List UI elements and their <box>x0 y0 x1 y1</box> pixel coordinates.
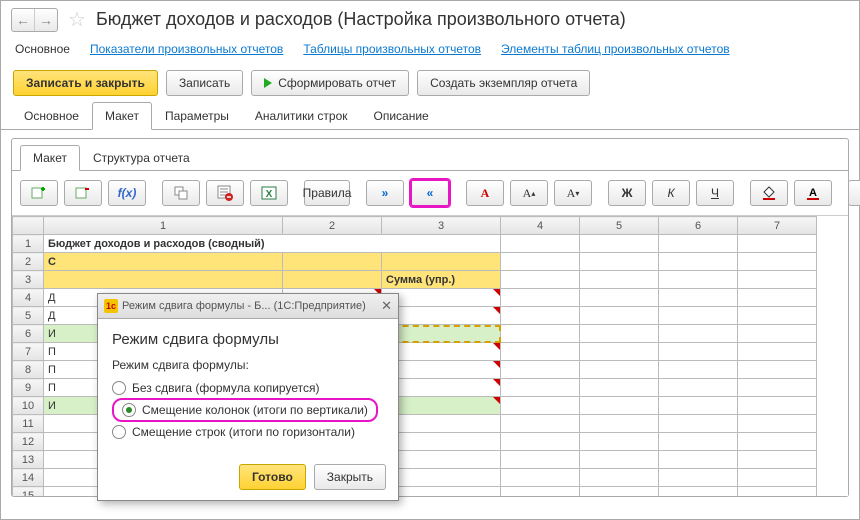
add-cell-icon[interactable] <box>20 180 58 206</box>
play-icon <box>264 78 272 88</box>
forward-icon[interactable]: → <box>34 9 57 31</box>
dialog-heading: Режим сдвига формулы <box>112 331 384 348</box>
svg-text:A: A <box>809 187 817 199</box>
main-tabs: Основное Макет Параметры Аналитики строк… <box>1 102 859 130</box>
command-bar: Записать и закрыть Записать Сформировать… <box>1 64 859 102</box>
radio-no-shift[interactable]: Без сдвига (формула копируется) <box>112 378 384 398</box>
cancel-button[interactable]: Закрыть <box>314 464 386 490</box>
layout-subtabs: Макет Структура отчета <box>12 139 848 171</box>
eraser-icon[interactable] <box>848 180 860 206</box>
link-indicators[interactable]: Показатели произвольных отчетов <box>90 42 283 56</box>
copy-cell-icon[interactable] <box>162 180 200 206</box>
rules-button[interactable]: Правила <box>304 180 350 206</box>
selected-cell[interactable] <box>382 325 501 343</box>
subtab-structure[interactable]: Структура отчета <box>80 145 203 171</box>
dialog-label: Режим сдвига формулы: <box>112 358 384 372</box>
back-icon[interactable]: ← <box>12 9 34 31</box>
radio-column-shift[interactable]: Смещение колонок (итоги по вертикали) <box>112 398 378 422</box>
sheet-remove-icon[interactable] <box>206 180 244 206</box>
radio-row-shift[interactable]: Смещение строк (итоги по горизонтали) <box>112 422 384 442</box>
close-icon[interactable]: ✕ <box>381 298 392 314</box>
app-icon: 1c <box>104 299 118 313</box>
link-tables[interactable]: Таблицы произвольных отчетов <box>303 42 481 56</box>
tab-description[interactable]: Описание <box>361 102 442 130</box>
ok-button[interactable]: Готово <box>239 464 306 490</box>
tab-main[interactable]: Основное <box>11 102 92 130</box>
save-button[interactable]: Записать <box>166 70 243 96</box>
dialog-window-title: Режим сдвига формулы - Б... (1С:Предприя… <box>122 300 366 312</box>
tab-params[interactable]: Параметры <box>152 102 242 130</box>
shift-left-icon[interactable]: « <box>410 179 450 207</box>
shift-right-icon[interactable]: » <box>366 180 404 206</box>
link-main[interactable]: Основное <box>15 42 70 56</box>
delete-cell-icon[interactable] <box>64 180 102 206</box>
create-instance-button[interactable]: Создать экземпляр отчета <box>417 70 590 96</box>
section-links: Основное Показатели произвольных отчетов… <box>1 38 859 64</box>
font-increase-icon[interactable]: A▴ <box>510 180 548 206</box>
italic-button[interactable]: К <box>652 180 690 206</box>
save-and-close-button[interactable]: Записать и закрыть <box>13 70 158 96</box>
font-decrease-icon[interactable]: A▾ <box>554 180 592 206</box>
fx-icon[interactable]: f(x) <box>108 180 146 206</box>
formula-shift-dialog: 1c Режим сдвига формулы - Б... (1С:Предп… <box>97 293 399 501</box>
svg-text:X: X <box>266 189 273 200</box>
link-table-elements[interactable]: Элементы таблиц произвольных отчетов <box>501 42 730 56</box>
tab-layout[interactable]: Макет <box>92 102 152 130</box>
bold-button[interactable]: Ж <box>608 180 646 206</box>
tab-row-analytics[interactable]: Аналитики строк <box>242 102 361 130</box>
subtab-layout[interactable]: Макет <box>20 145 80 171</box>
text-color-icon[interactable]: A <box>794 180 832 206</box>
generate-report-button[interactable]: Сформировать отчет <box>251 70 409 96</box>
excel-icon[interactable]: X <box>250 180 288 206</box>
underline-button[interactable]: Ч <box>696 180 734 206</box>
sheet-title: Бюджет доходов и расходов (сводный) <box>44 235 501 253</box>
font-color-icon[interactable]: A <box>466 180 504 206</box>
favorite-star-icon[interactable]: ☆ <box>68 7 86 32</box>
layout-toolbar: f(x) X Правила » « A A▴ A▾ Ж К Ч A <box>12 171 848 216</box>
page-title: Бюджет доходов и расходов (Настройка про… <box>96 9 626 30</box>
nav-arrows[interactable]: ← → <box>11 8 58 32</box>
col-header-amount: Сумма (упр.) <box>382 271 501 289</box>
fill-color-icon[interactable] <box>750 180 788 206</box>
